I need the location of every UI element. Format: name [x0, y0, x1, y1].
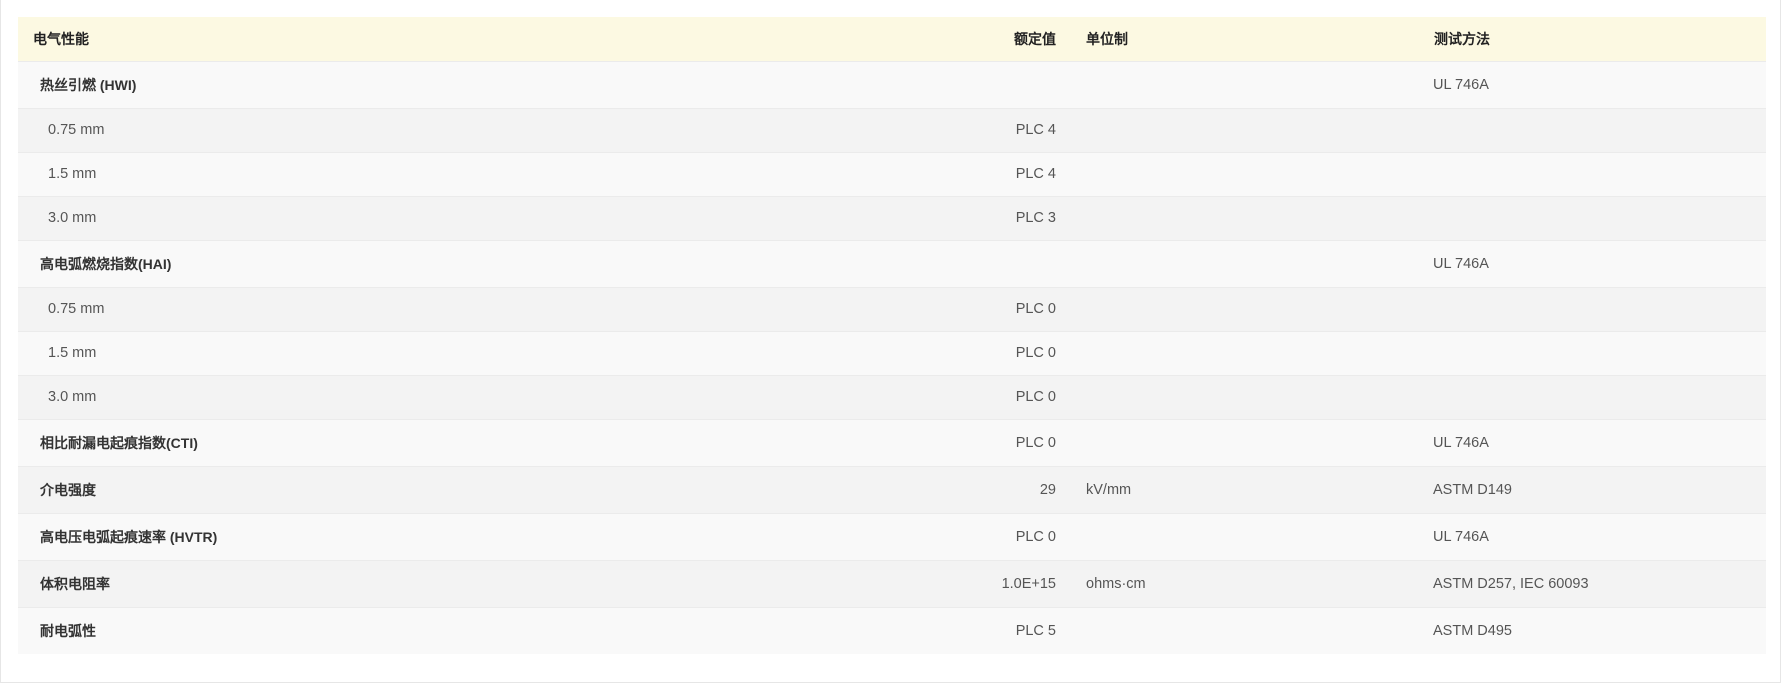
table-row: 耐电弧性 PLC 5 ASTM D495 — [18, 607, 1766, 654]
row-property: 1.5 mm — [48, 345, 97, 361]
row-method: ASTM D149 — [1433, 481, 1512, 498]
row-method — [1419, 331, 1766, 375]
row-property: 1.5 mm — [48, 166, 97, 182]
row-value: PLC 4 — [1015, 122, 1056, 138]
table-row: 高电弧燃烧指数(HAI) UL 746A — [18, 240, 1766, 287]
row-property: 体积电阻率 — [40, 575, 110, 592]
row-property: 0.75 mm — [48, 301, 105, 317]
row-property: 高电弧燃烧指数(HAI) — [40, 255, 172, 272]
row-unit — [1071, 513, 1419, 560]
row-property: 耐电弧性 — [40, 622, 96, 639]
row-value — [868, 61, 1071, 108]
row-method: UL 746A — [1433, 434, 1489, 451]
row-unit: kV/mm — [1086, 481, 1132, 498]
table-row: 1.5 mm PLC 4 — [18, 152, 1766, 196]
row-unit — [1071, 419, 1419, 466]
row-value: PLC 5 — [1015, 622, 1056, 639]
row-method — [1419, 152, 1766, 196]
row-unit — [1071, 287, 1419, 331]
row-method — [1419, 108, 1766, 152]
row-method: UL 746A — [1433, 76, 1489, 93]
row-method: UL 746A — [1433, 255, 1489, 272]
row-method — [1419, 375, 1766, 419]
row-value — [868, 240, 1071, 287]
row-property: 相比耐漏电起痕指数(CTI) — [40, 434, 198, 451]
row-value: PLC 0 — [1015, 345, 1056, 361]
row-unit — [1071, 607, 1419, 654]
row-method — [1419, 287, 1766, 331]
row-method: UL 746A — [1433, 528, 1489, 545]
row-method: ASTM D257, IEC 60093 — [1433, 575, 1589, 592]
table-row: 1.5 mm PLC 0 — [18, 331, 1766, 375]
row-property: 3.0 mm — [48, 210, 97, 226]
row-method — [1419, 196, 1766, 240]
row-property: 3.0 mm — [48, 389, 97, 405]
row-property: 介电强度 — [40, 481, 96, 498]
table-row: 3.0 mm PLC 0 — [18, 375, 1766, 419]
row-unit — [1071, 331, 1419, 375]
row-unit — [1071, 240, 1419, 287]
row-unit: ohms·cm — [1086, 575, 1146, 592]
header-method: 测试方法 — [1434, 30, 1490, 47]
row-unit — [1071, 196, 1419, 240]
row-property: 高电压电弧起痕速率 (HVTR) — [40, 528, 218, 545]
row-unit — [1071, 61, 1419, 108]
table-row: 热丝引燃 (HWI) UL 746A — [18, 61, 1766, 108]
row-unit — [1071, 152, 1419, 196]
row-unit — [1071, 375, 1419, 419]
row-value: 1.0E+15 — [1001, 575, 1056, 592]
row-value: PLC 4 — [1015, 166, 1056, 182]
table-row: 3.0 mm PLC 3 — [18, 196, 1766, 240]
row-value: 29 — [1039, 481, 1056, 498]
header-property: 电气性能 — [33, 30, 89, 47]
row-value: PLC 0 — [1015, 434, 1056, 451]
header-unit: 单位制 — [1086, 30, 1128, 47]
table-row: 介电强度 29 kV/mm ASTM D149 — [18, 466, 1766, 513]
row-value: PLC 0 — [1015, 389, 1056, 405]
table-header-row: 电气性能 额定值 单位制 测试方法 — [18, 17, 1766, 61]
row-method: ASTM D495 — [1433, 622, 1512, 639]
row-property: 0.75 mm — [48, 122, 105, 138]
row-value: PLC 0 — [1015, 528, 1056, 545]
table-row: 0.75 mm PLC 4 — [18, 108, 1766, 152]
header-value: 额定值 — [1014, 30, 1056, 47]
row-unit — [1071, 108, 1419, 152]
row-value: PLC 0 — [1015, 301, 1056, 317]
table-row: 相比耐漏电起痕指数(CTI) PLC 0 UL 746A — [18, 419, 1766, 466]
row-value: PLC 3 — [1015, 210, 1056, 226]
row-property: 热丝引燃 (HWI) — [40, 76, 137, 93]
table-row: 高电压电弧起痕速率 (HVTR) PLC 0 UL 746A — [18, 513, 1766, 560]
electrical-properties-table: 电气性能 额定值 单位制 测试方法 热丝引燃 (HWI) UL 746A 0.7… — [18, 17, 1766, 654]
table-row: 体积电阻率 1.0E+15 ohms·cm ASTM D257, IEC 600… — [18, 560, 1766, 607]
table-row: 0.75 mm PLC 0 — [18, 287, 1766, 331]
